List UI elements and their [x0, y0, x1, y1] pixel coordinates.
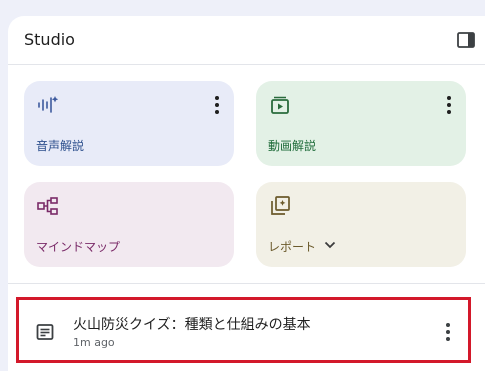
more-vert-icon[interactable]	[214, 95, 220, 115]
more-vert-icon[interactable]	[446, 95, 452, 115]
note-title: 火山防災クイズ：種類と仕組みの基本	[73, 317, 311, 333]
chevron-down-icon[interactable]	[324, 241, 336, 249]
card-label: レポート	[268, 240, 317, 254]
card-video-overview[interactable]: 動画解説	[256, 81, 466, 166]
studio-header: Studio	[8, 16, 485, 65]
note-list-item[interactable]: 火山防災クイズ：種類と仕組みの基本 1m ago	[16, 297, 471, 363]
note-timestamp: 1m ago	[73, 336, 115, 349]
more-vert-icon[interactable]	[445, 322, 451, 342]
card-audio-overview[interactable]: 音声解説	[24, 81, 234, 166]
card-label: 音声解説	[36, 139, 85, 153]
card-mind-map[interactable]: マインドマップ	[24, 182, 234, 267]
audio-waveform-icon	[38, 96, 59, 113]
panel-title: Studio	[24, 30, 75, 49]
mind-map-icon	[37, 197, 58, 215]
card-label: 動画解説	[268, 139, 317, 153]
card-report[interactable]: レポート	[256, 182, 466, 267]
side-panel-icon[interactable]	[456, 30, 476, 50]
note-icon	[36, 324, 54, 340]
divider	[8, 283, 485, 284]
report-icon	[271, 196, 290, 215]
card-label: マインドマップ	[36, 240, 121, 254]
studio-panel: Studio 音声解説 動画解説 マインドマップ レポート 火山防災クイズ：種類…	[8, 16, 485, 371]
video-library-icon	[271, 96, 289, 114]
